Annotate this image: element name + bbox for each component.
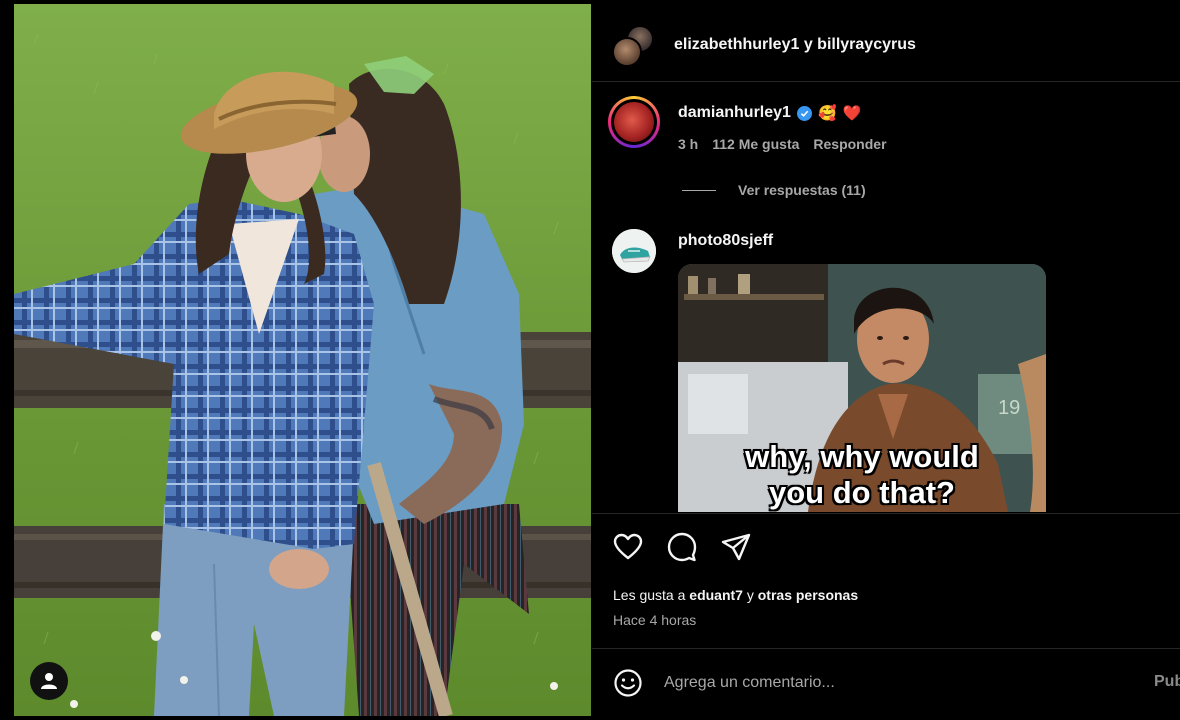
comment-button[interactable]: [666, 531, 698, 563]
avatar[interactable]: [612, 229, 656, 273]
emoji-picker-button[interactable]: [612, 667, 644, 699]
kiss-emoji: 🥰: [817, 105, 837, 122]
comment-time: 3 h: [678, 136, 699, 152]
view-replies-button[interactable]: Ver respuestas (11): [682, 182, 866, 198]
comment-icon: [667, 532, 697, 562]
gif-caption-line-2: you do that?: [769, 475, 955, 510]
liker-username[interactable]: eduant7: [689, 587, 743, 603]
gif-caption-line-1: why, why would: [745, 439, 979, 474]
heart-emoji: ❤️: [842, 105, 862, 122]
post-header: elizabethhurley1 y billyraycyrus: [592, 8, 1180, 82]
cropped-top-row: [592, 0, 1180, 6]
comment-username[interactable]: damianhurley1: [678, 104, 791, 122]
post-actions: [612, 531, 752, 563]
post-authors[interactable]: elizabethhurley1 y billyraycyrus: [674, 36, 916, 54]
user-tag-icon[interactable]: [30, 662, 68, 700]
comment-meta: 3 h 112 Me gusta Responder: [678, 136, 887, 152]
add-comment-bar: Publicar: [592, 648, 1180, 716]
likes-summary: Les gusta a eduant7 y otras personas: [613, 587, 858, 603]
verified-badge-icon: [796, 105, 812, 121]
post-photo-illustration: [14, 4, 591, 716]
post-photo[interactable]: [14, 4, 591, 716]
comment-gif[interactable]: 19 why, why would you do that?: [678, 264, 1046, 512]
avatar: [614, 102, 654, 142]
svg-text:19: 19: [998, 397, 1020, 419]
view-replies-label: Ver respuestas (11): [738, 182, 866, 198]
share-icon: [721, 533, 751, 561]
post-media-container: [0, 0, 592, 720]
share-button[interactable]: [720, 531, 752, 563]
like-button[interactable]: [612, 531, 644, 563]
story-avatar[interactable]: [608, 96, 660, 148]
divider: [592, 513, 1180, 514]
post-timestamp: Hace 4 horas: [613, 612, 697, 628]
comment-username[interactable]: photo80sjeff: [678, 232, 773, 250]
comment-input[interactable]: [664, 673, 1104, 692]
reply-button[interactable]: Responder: [813, 136, 886, 152]
likes-middle: y: [746, 587, 754, 603]
replies-divider: [682, 189, 716, 191]
avatar: [612, 36, 642, 67]
comment-likes-count[interactable]: 112 Me gusta: [712, 136, 799, 152]
other-likers-link[interactable]: otras personas: [758, 587, 858, 603]
publish-button[interactable]: Publicar: [1154, 673, 1180, 691]
comment-header: damianhurley1 🥰 ❤️: [678, 104, 861, 122]
likes-prefix: Les gusta a: [613, 587, 686, 603]
heart-icon: [613, 533, 643, 560]
smiley-icon: [614, 668, 642, 697]
collab-avatars[interactable]: [612, 24, 656, 67]
post-detail-panel: elizabethhurley1 y billyraycyrus damianh…: [592, 0, 1180, 720]
